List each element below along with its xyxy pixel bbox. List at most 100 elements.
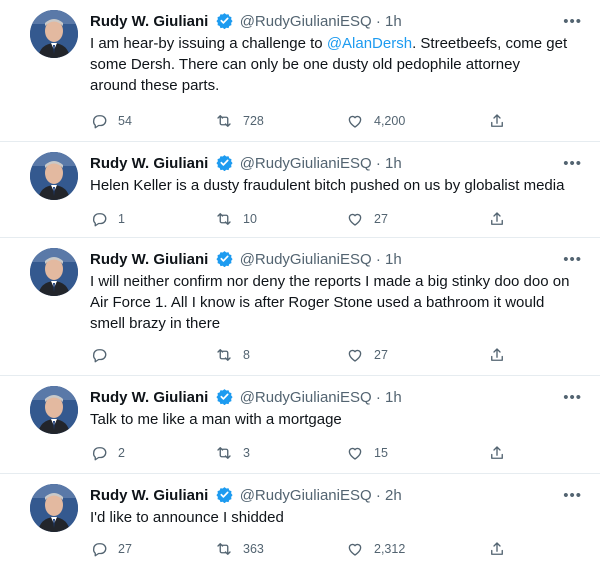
separator-dot: · <box>375 155 381 172</box>
verified-badge-icon <box>215 12 233 35</box>
verified-badge-icon <box>215 486 233 509</box>
reply-count: 27 <box>118 542 132 556</box>
reply-button[interactable]: 1 <box>90 209 125 229</box>
retweet-icon <box>217 349 231 361</box>
share-button[interactable] <box>488 539 516 559</box>
author-handle[interactable]: @RudyGiulianiESQ <box>240 13 372 30</box>
retweet-count: 10 <box>243 212 257 226</box>
action-bar: 54 728 4,200 <box>90 111 510 131</box>
more-icon[interactable]: ••• <box>563 486 582 506</box>
timestamp[interactable]: 2h <box>385 487 402 504</box>
author-handle[interactable]: @RudyGiulianiESQ <box>240 155 372 172</box>
like-button[interactable]: 4,200 <box>346 111 405 131</box>
share-icon <box>491 114 503 127</box>
retweet-button[interactable]: 10 <box>215 209 257 229</box>
tweet-text-part: I am hear-by issuing a challenge to <box>90 35 327 52</box>
action-bar: 1 10 27 <box>90 209 510 229</box>
like-button[interactable]: 27 <box>346 209 388 229</box>
reply-icon <box>92 543 107 557</box>
more-icon[interactable]: ••• <box>563 250 582 270</box>
share-button[interactable] <box>488 209 516 229</box>
avatar[interactable] <box>30 484 78 532</box>
tweet[interactable]: Rudy W. Giuliani @RudyGiulianiESQ · 2h •… <box>0 474 600 573</box>
retweet-button[interactable]: 8 <box>215 345 250 365</box>
author-handle[interactable]: @RudyGiulianiESQ <box>240 251 372 268</box>
like-count: 2,312 <box>374 542 406 556</box>
tweet-header: Rudy W. Giuliani @RudyGiulianiESQ · 2h <box>90 486 402 509</box>
avatar[interactable] <box>30 10 78 58</box>
reply-button[interactable]: 54 <box>90 111 132 131</box>
author-handle[interactable]: @RudyGiulianiESQ <box>240 389 372 406</box>
timestamp[interactable]: 1h <box>385 13 402 30</box>
tweet[interactable]: Rudy W. Giuliani @RudyGiulianiESQ · 1h •… <box>0 142 600 238</box>
share-button[interactable] <box>488 345 516 365</box>
retweet-icon <box>217 115 231 127</box>
tweet-text: I'd like to announce I shidded <box>90 509 284 526</box>
share-button[interactable] <box>488 443 516 463</box>
retweet-count: 3 <box>243 446 250 460</box>
reply-button[interactable]: 27 <box>90 539 132 559</box>
retweet-icon <box>217 213 231 225</box>
tweet[interactable]: Rudy W. Giuliani @RudyGiulianiESQ · 1h •… <box>0 376 600 474</box>
author-name[interactable]: Rudy W. Giuliani <box>90 251 208 268</box>
separator-dot: · <box>375 13 381 30</box>
separator-dot: · <box>375 389 381 406</box>
reply-button[interactable] <box>90 345 118 365</box>
tweet-header: Rudy W. Giuliani @RudyGiulianiESQ · 1h <box>90 12 402 35</box>
action-bar: 27 363 2,312 <box>90 539 510 559</box>
tweet[interactable]: Rudy W. Giuliani @RudyGiulianiESQ · 1h •… <box>0 238 600 376</box>
retweet-button[interactable]: 3 <box>215 443 250 463</box>
more-icon[interactable]: ••• <box>563 12 582 32</box>
timestamp[interactable]: 1h <box>385 389 402 406</box>
author-name[interactable]: Rudy W. Giuliani <box>90 13 208 30</box>
retweet-button[interactable]: 728 <box>215 111 264 131</box>
reply-icon <box>92 115 107 129</box>
separator-dot: · <box>375 251 381 268</box>
retweet-icon <box>217 543 231 555</box>
reply-count: 2 <box>118 446 125 460</box>
more-icon[interactable]: ••• <box>563 388 582 408</box>
tweet-header: Rudy W. Giuliani @RudyGiulianiESQ · 1h <box>90 388 402 411</box>
retweet-count: 728 <box>243 114 264 128</box>
reply-icon <box>92 447 107 461</box>
like-count: 27 <box>374 348 388 362</box>
like-button[interactable]: 15 <box>346 443 388 463</box>
tweet[interactable]: Rudy W. Giuliani @RudyGiulianiESQ · 1h •… <box>0 0 600 142</box>
tweet-header: Rudy W. Giuliani @RudyGiulianiESQ · 1h <box>90 154 402 177</box>
share-icon <box>491 348 503 361</box>
heart-icon <box>348 115 362 128</box>
tweet-header: Rudy W. Giuliani @RudyGiulianiESQ · 1h <box>90 250 402 273</box>
avatar[interactable] <box>30 386 78 434</box>
reply-icon <box>92 349 107 363</box>
mention-link[interactable]: @AlanDersh <box>327 35 412 52</box>
avatar[interactable] <box>30 248 78 296</box>
share-icon <box>491 542 503 555</box>
like-button[interactable]: 27 <box>346 345 388 365</box>
retweet-button[interactable]: 363 <box>215 539 264 559</box>
retweet-icon <box>217 447 231 459</box>
like-count: 27 <box>374 212 388 226</box>
avatar[interactable] <box>30 152 78 200</box>
more-icon[interactable]: ••• <box>563 154 582 174</box>
reply-button[interactable]: 2 <box>90 443 125 463</box>
like-button[interactable]: 2,312 <box>346 539 405 559</box>
tweet-text: I will neither confirm nor deny the repo… <box>90 273 570 332</box>
like-count: 15 <box>374 446 388 460</box>
verified-badge-icon <box>215 388 233 411</box>
author-name[interactable]: Rudy W. Giuliani <box>90 155 208 172</box>
timestamp[interactable]: 1h <box>385 155 402 172</box>
share-icon <box>491 212 503 225</box>
author-name[interactable]: Rudy W. Giuliani <box>90 389 208 406</box>
heart-icon <box>348 213 362 226</box>
heart-icon <box>348 349 362 362</box>
retweet-count: 363 <box>243 542 264 556</box>
share-button[interactable] <box>488 111 516 131</box>
author-handle[interactable]: @RudyGiulianiESQ <box>240 487 372 504</box>
heart-icon <box>348 447 362 460</box>
tweet-text: I am hear-by issuing a challenge to @Ala… <box>90 33 570 96</box>
action-bar: 2 3 15 <box>90 443 510 463</box>
like-count: 4,200 <box>374 114 406 128</box>
timestamp[interactable]: 1h <box>385 251 402 268</box>
retweet-count: 8 <box>243 348 250 362</box>
author-name[interactable]: Rudy W. Giuliani <box>90 487 208 504</box>
